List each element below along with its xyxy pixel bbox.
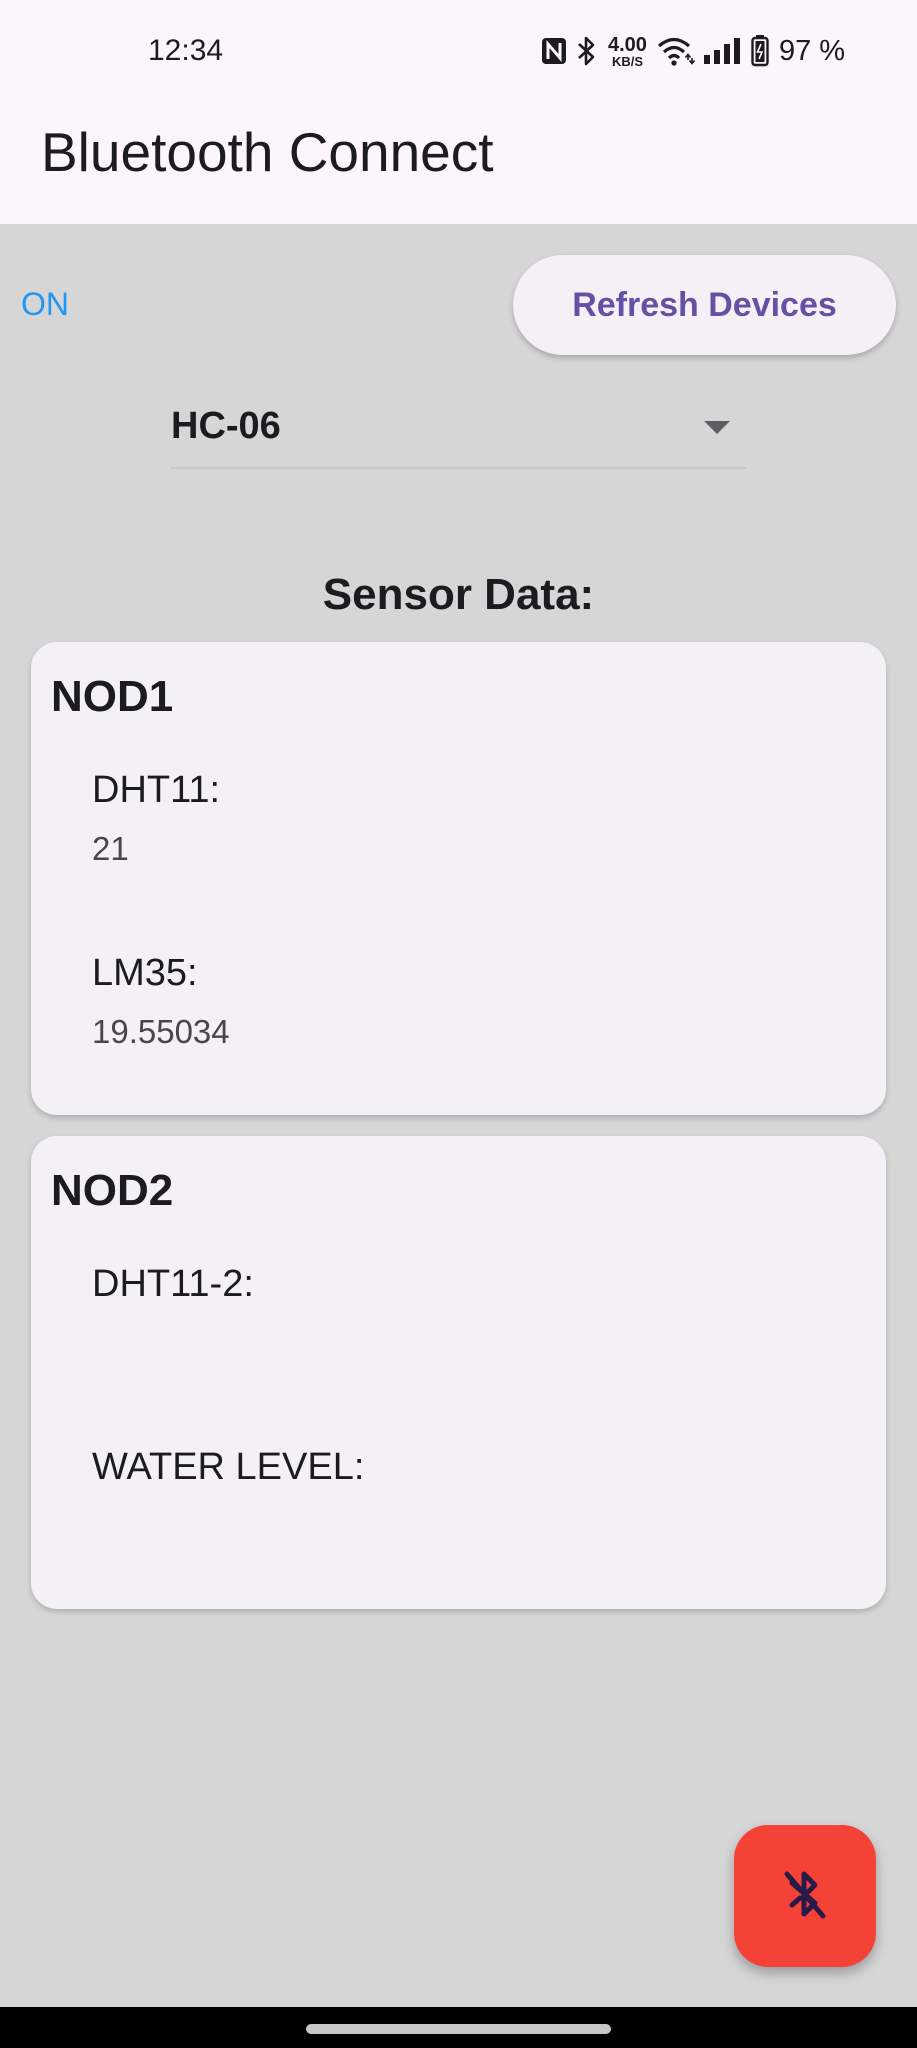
network-speed: 4.00 KB/S	[608, 35, 647, 68]
sensor-label-lm35: LM35:	[92, 952, 198, 994]
nfc-icon	[540, 36, 568, 66]
network-speed-value: 4.00	[608, 33, 647, 56]
home-gesture-handle[interactable]	[306, 2024, 611, 2034]
wifi-icon	[657, 36, 695, 66]
status-time: 12:34	[148, 34, 224, 67]
refresh-devices-button[interactable]: Refresh Devices	[513, 255, 896, 355]
navigation-bar	[0, 2007, 917, 2048]
signal-icon	[703, 37, 743, 65]
sensor-label-water-level: WATER LEVEL:	[92, 1446, 365, 1488]
node-title: NOD2	[51, 1166, 174, 1215]
network-speed-unit: KB/S	[611, 53, 643, 69]
sensor-value-dht11: 21	[92, 830, 129, 867]
bluetooth-disabled-icon	[781, 1866, 829, 1927]
status-bar: 12:34 4.00 KB/S 97 %	[0, 0, 917, 100]
app-title: Bluetooth Connect	[41, 121, 494, 183]
battery-icon	[751, 35, 769, 67]
sensor-label-dht11-2: DHT11-2:	[92, 1263, 254, 1305]
node-card-nod1: NOD1 DHT11: 21 LM35: 19.55034	[31, 642, 886, 1115]
dropdown-arrow-icon	[704, 421, 730, 434]
bluetooth-icon	[576, 35, 598, 67]
sensor-value-lm35: 19.55034	[92, 1013, 230, 1050]
battery-percent: 97 %	[778, 34, 846, 67]
sensor-label-dht11: DHT11:	[92, 769, 221, 811]
status-icons: 4.00 KB/S 97 %	[540, 30, 845, 72]
app-bar: Bluetooth Connect	[0, 100, 917, 224]
bluetooth-toggle-fab[interactable]	[734, 1825, 876, 1967]
device-dropdown[interactable]: HC-06	[171, 385, 746, 469]
node-title: NOD1	[51, 672, 174, 721]
node-card-nod2: NOD2 DHT11-2: WATER LEVEL:	[31, 1136, 886, 1609]
sensor-data-heading: Sensor Data:	[322, 570, 595, 619]
bluetooth-state-label: ON	[21, 286, 69, 322]
selected-device: HC-06	[171, 405, 281, 447]
